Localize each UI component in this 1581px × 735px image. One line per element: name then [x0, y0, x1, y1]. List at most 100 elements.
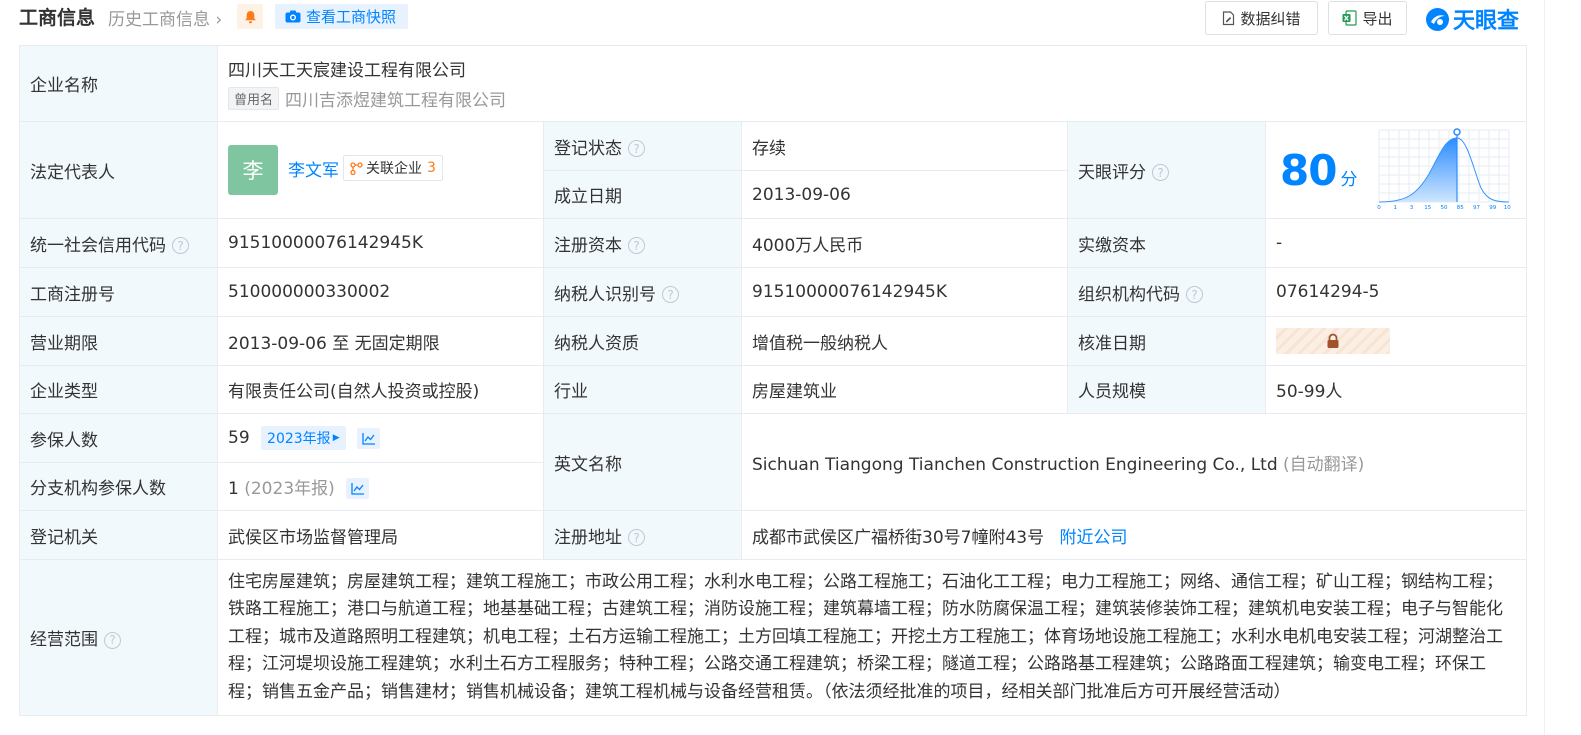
branch-insured-label: 分支机构参保人数 — [19, 462, 218, 511]
paid-capital-label: 实缴资本 — [1067, 218, 1266, 268]
data-correction-button[interactable]: 数据纠错 — [1205, 1, 1318, 35]
history-link[interactable]: 历史工商信息 › — [108, 5, 222, 30]
reg-no-label: 工商注册号 — [19, 267, 218, 317]
x-tick-label: 50 — [1441, 205, 1448, 211]
approve-date-cell — [1264, 316, 1528, 366]
trend-chart-icon — [361, 432, 375, 445]
paid-capital-value: - — [1264, 218, 1528, 268]
reg-capital-label-cell: 注册资本? — [543, 218, 742, 268]
nearby-companies-link[interactable]: 附近公司 — [1060, 528, 1128, 548]
row-scope: 经营范围? 住宅房屋建筑；房屋建筑工程；建筑工程施工；市政公用工程；水利水电工程… — [19, 559, 1528, 716]
credit-code-value: 91510000076142945K — [217, 218, 544, 268]
x-tick-label: 100 — [1504, 205, 1511, 211]
x-tick-label: 99 — [1490, 205, 1497, 211]
x-tick-label: 85 — [1457, 205, 1464, 211]
approve-date-locked[interactable] — [1276, 328, 1390, 354]
row-reg-no: 工商注册号 510000000330002 纳税人识别号? 9151000007… — [19, 267, 1528, 317]
trend-chart-icon — [351, 483, 364, 495]
branch-insured-report: (2023年报) — [244, 478, 335, 499]
x-tick-label: 3 — [1410, 205, 1414, 211]
approve-date-label: 核准日期 — [1067, 316, 1266, 366]
x-tick-label: 97 — [1473, 205, 1480, 211]
company-name-cell: 四川天工天宸建设工程有限公司 曾用名 四川吉添煜建筑工程有限公司 — [216, 45, 1528, 122]
founded-value: 2013-09-06 — [741, 170, 1068, 219]
related-companies-label: 关联企业 — [366, 161, 422, 177]
branch-insured-cell: 1 (2023年报) — [217, 462, 544, 511]
bell-icon — [244, 10, 256, 23]
monitor-button[interactable] — [237, 4, 263, 29]
related-companies-button[interactable]: 关联企业 3 — [343, 155, 443, 181]
auto-translate-note: (自动翻译) — [1283, 454, 1365, 475]
company-name: 四川天工天宸建设工程有限公司 — [228, 61, 466, 81]
branch-trend-button[interactable] — [346, 478, 370, 500]
scope-label: 经营范围 — [30, 630, 98, 650]
org-code-label: 组织机构代码 — [1078, 284, 1180, 305]
credit-code-label-cell: 统一社会信用代码? — [19, 218, 218, 268]
credit-code-label: 统一社会信用代码 — [30, 235, 166, 256]
org-code-value: 07614294-5 — [1264, 267, 1528, 317]
score-value: 80 — [1280, 145, 1337, 195]
row-legal: 法定代表人 李 李文军 关联企业 3 登记状态? 存续 天眼评分? 80 分 0… — [19, 121, 1528, 219]
reg-capital-value: 4000万人民币 — [741, 218, 1068, 268]
data-correction-label: 数据纠错 — [1240, 9, 1301, 28]
taxpayer-id-label-cell: 纳税人识别号? — [543, 267, 742, 317]
snapshot-button-label: 查看工商快照 — [306, 8, 397, 26]
industry-value: 房屋建筑业 — [741, 365, 1068, 414]
help-icon[interactable]: ? — [628, 140, 645, 157]
org-code-label-cell: 组织机构代码? — [1067, 267, 1266, 317]
score-cell[interactable]: 80 分 0 1 3 15 50 85 97 99 100 — [1264, 121, 1528, 219]
row-credit: 统一社会信用代码? 91510000076142945K 注册资本? 4000万… — [19, 218, 1528, 268]
history-link-label: 历史工商信息 — [108, 10, 210, 30]
help-icon[interactable]: ? — [1152, 164, 1169, 181]
insured-trend-button[interactable] — [357, 427, 381, 449]
tianyancha-logo: 天眼查 — [1425, 3, 1519, 35]
help-icon[interactable]: ? — [104, 631, 121, 649]
taxpayer-id-label: 纳税人识别号 — [554, 284, 656, 305]
company-type-value: 有限责任公司(自然人投资或控股) — [217, 365, 544, 414]
lock-icon — [1327, 333, 1339, 348]
x-ticks: 0 1 3 15 50 85 97 99 100 — [1378, 205, 1512, 211]
row-insured: 参保人数 59 2023年报 ▶ 英文名称 Sichuan Tiangong Ti… — [19, 413, 1528, 511]
branch-insured-value: 1 — [228, 478, 239, 499]
chevron-right-icon: › — [210, 10, 223, 30]
caret-right-icon: ▶ — [332, 433, 340, 443]
score-distribution-chart: 0 1 3 15 50 85 97 99 100 — [1378, 128, 1512, 211]
english-name-value: Sichuan Tiangong Tianchen Construction E… — [752, 454, 1278, 475]
edit-doc-icon — [1223, 10, 1235, 25]
legal-rep-name-link[interactable]: 李文军 — [288, 156, 339, 181]
company-name-label: 企业名称 — [19, 45, 218, 122]
insured-label: 参保人数 — [19, 413, 218, 463]
logo-mark-icon — [1426, 7, 1449, 31]
reg-authority-value: 武侯区市场监督管理局 — [217, 510, 544, 560]
x-tick-label: 0 — [1378, 205, 1382, 211]
annual-report-button[interactable]: 2023年报 ▶ — [261, 426, 346, 450]
help-icon[interactable]: ? — [628, 529, 645, 546]
vertical-scrollbar[interactable] — [1544, 0, 1581, 735]
english-name-label: 英文名称 — [543, 413, 742, 511]
reg-address-value: 成都市武侯区广福桥街30号7幢附43号 — [752, 527, 1045, 548]
export-button[interactable]: 导出 — [1328, 1, 1407, 35]
row-type: 企业类型 有限责任公司(自然人投资或控股) 行业 房屋建筑业 人员规模 50-9… — [19, 365, 1528, 414]
help-icon[interactable]: ? — [662, 286, 679, 303]
excel-icon — [1342, 10, 1358, 26]
avatar[interactable]: 李 — [228, 145, 278, 195]
annual-report-label: 2023年报 — [267, 431, 331, 447]
row-term: 营业期限 2013-09-06 至 无固定期限 纳税人资质 增值税一般纳税人 核… — [19, 316, 1528, 366]
score-unit: 分 — [1340, 169, 1358, 190]
business-scope-value: 住宅房屋建筑；房屋建筑工程；建筑工程施工；市政公用工程；水利水电工程；公路工程施… — [216, 559, 1528, 716]
related-companies-count: 3 — [427, 160, 436, 176]
help-icon[interactable]: ? — [172, 237, 189, 254]
row-authority: 登记机关 武侯区市场监督管理局 注册地址? 成都市武侯区广福桥街30号7幢附43… — [19, 510, 1528, 560]
x-tick-label: 15 — [1425, 205, 1432, 211]
help-icon[interactable]: ? — [628, 237, 645, 254]
help-icon[interactable]: ? — [1186, 286, 1203, 303]
status-label-cell: 登记状态? — [543, 121, 742, 171]
reg-capital-label: 注册资本 — [554, 235, 622, 256]
row-company-name: 企业名称 四川天工天宸建设工程有限公司 曾用名 四川吉添煜建筑工程有限公司 — [19, 45, 1528, 122]
section-header: 工商信息 历史工商信息 › 查看工商快照 数据纠错 导出 天眼查 — [0, 0, 1581, 35]
founded-label: 成立日期 — [543, 170, 742, 219]
snapshot-button[interactable]: 查看工商快照 — [275, 4, 408, 29]
score-label: 天眼评分 — [1078, 162, 1146, 183]
taxpayer-qual-label: 纳税人资质 — [543, 316, 742, 366]
logo-text: 天眼查 — [1453, 9, 1520, 34]
